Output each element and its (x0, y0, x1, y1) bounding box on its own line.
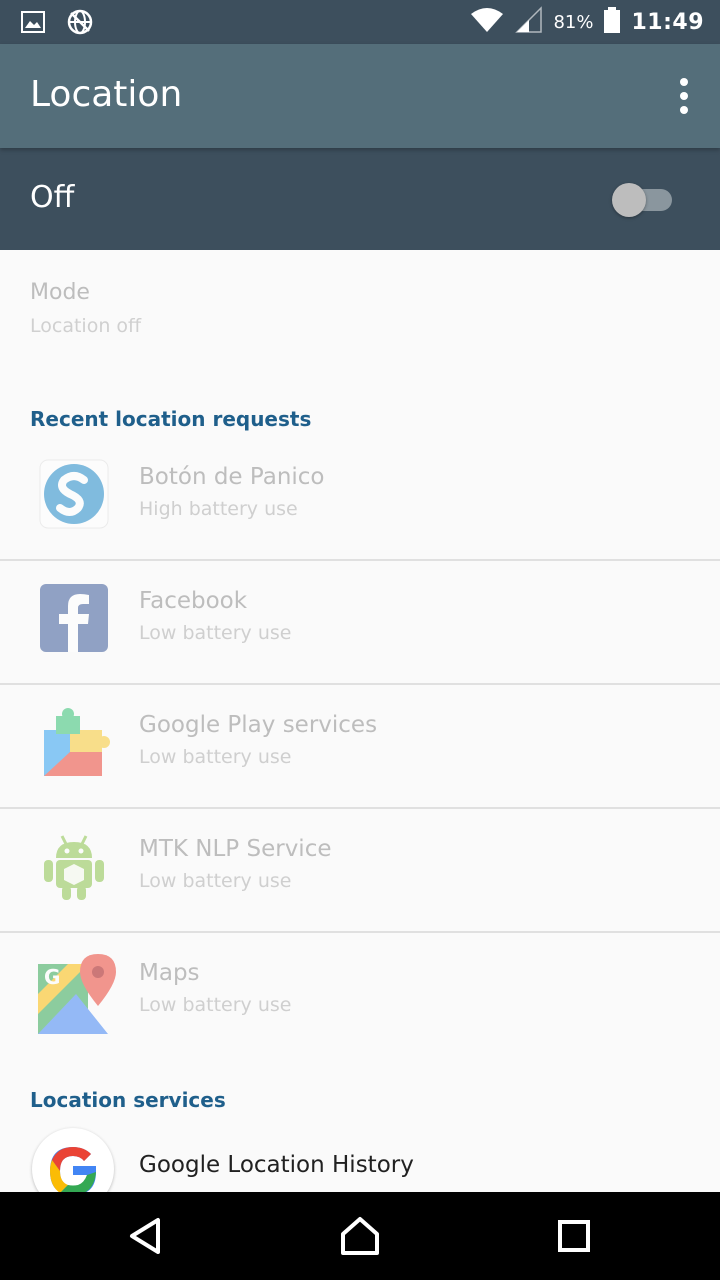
location-settings-screen: 81% 11:49 Location Off Mode Location off… (0, 0, 720, 1280)
home-icon (341, 1217, 379, 1255)
facebook-app-icon (38, 582, 110, 654)
more-vert-dot (680, 106, 688, 114)
request-app-name: MTK NLP Service (139, 836, 332, 862)
navigation-bar (0, 1192, 720, 1280)
request-battery-use: High battery use (139, 498, 298, 520)
vpn-globe-icon (66, 8, 94, 40)
battery-percent: 81% (553, 11, 594, 33)
recent-request-item[interactable]: G Maps Low battery use (0, 932, 720, 1055)
recent-request-item[interactable]: Google Play services Low battery use (0, 684, 720, 809)
recent-request-item[interactable]: Facebook Low battery use (0, 560, 720, 685)
recent-requests-header: Recent location requests (30, 407, 312, 431)
status-bar-left (20, 8, 94, 40)
request-app-name: Botón de Panico (139, 464, 325, 490)
request-app-name: Maps (139, 960, 200, 986)
google-play-services-icon (38, 706, 110, 778)
location-services-header: Location services (30, 1088, 226, 1112)
more-vert-dot (680, 92, 688, 100)
recent-request-item[interactable]: Botón de Panico High battery use (0, 436, 720, 561)
toggle-thumb (612, 183, 646, 217)
wifi-icon (469, 6, 505, 38)
home-button[interactable] (300, 1192, 420, 1280)
back-button[interactable] (86, 1192, 206, 1280)
service-name: Google Location History (139, 1152, 414, 1178)
location-toggle-switch[interactable] (612, 183, 672, 217)
request-battery-use: Low battery use (139, 994, 292, 1016)
request-battery-use: Low battery use (139, 870, 292, 892)
mode-value: Location off (30, 315, 142, 337)
status-bar: 81% 11:49 (0, 0, 720, 44)
signal-icon (515, 6, 543, 38)
recents-icon (558, 1220, 590, 1252)
status-bar-clock: 11:49 (631, 9, 704, 35)
page-title: Location (30, 74, 183, 115)
request-battery-use: Low battery use (139, 622, 292, 644)
google-maps-icon: G (38, 954, 116, 1034)
request-battery-use: Low battery use (139, 746, 292, 768)
android-app-icon (38, 830, 110, 902)
recent-request-item[interactable]: MTK NLP Service Low battery use (0, 808, 720, 933)
mode-title: Mode (30, 280, 90, 305)
request-app-name: Facebook (139, 588, 248, 614)
request-app-name: Google Play services (139, 712, 378, 738)
more-vert-icon (680, 78, 688, 86)
svg-text:G: G (44, 965, 60, 989)
back-icon (130, 1218, 160, 1254)
master-switch-label: Off (30, 180, 75, 215)
more-options-button[interactable] (672, 74, 696, 118)
status-bar-right: 81% 11:49 (469, 0, 704, 44)
recents-button[interactable] (514, 1192, 634, 1280)
mode-setting[interactable]: Mode Location off (30, 280, 141, 337)
image-icon (20, 9, 46, 39)
battery-icon (603, 6, 621, 38)
location-master-switch-bar[interactable]: Off (0, 148, 720, 250)
boton-de-panico-app-icon (38, 458, 110, 530)
app-bar: Location (0, 44, 720, 148)
